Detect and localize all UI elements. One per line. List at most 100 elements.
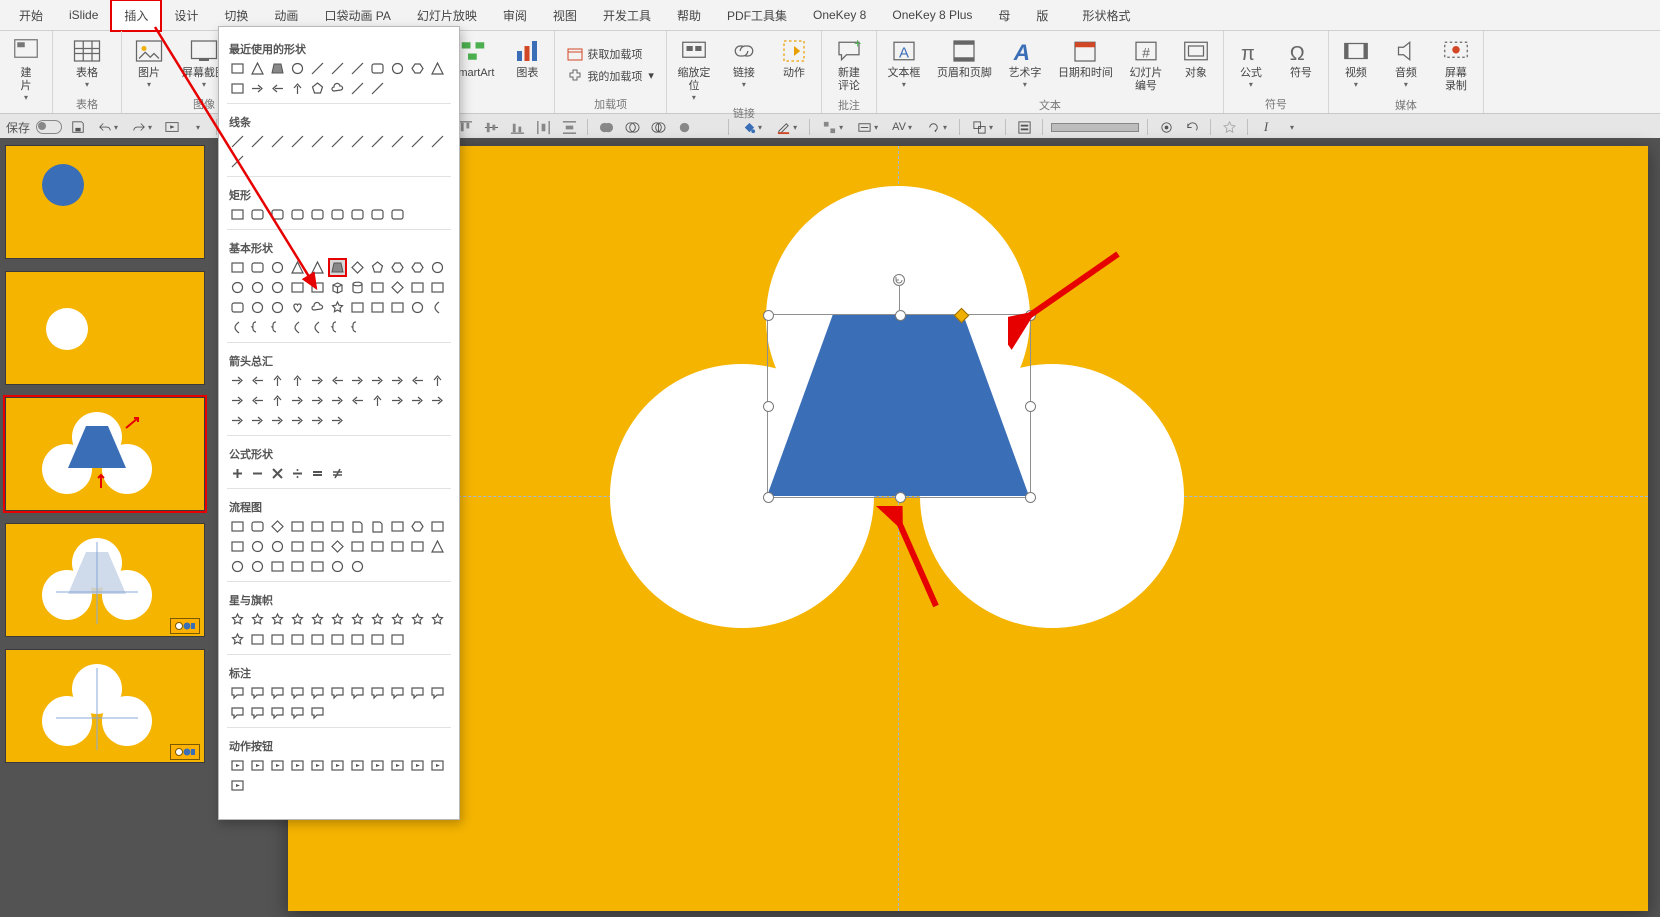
tab-layout[interactable]: 版 [1023, 0, 1061, 31]
shape-action[interactable] [429, 757, 446, 774]
effects-button[interactable] [1156, 117, 1176, 137]
reset-button[interactable] [1182, 117, 1202, 137]
current-slide[interactable] [288, 146, 1648, 911]
shape-arrowR[interactable] [229, 412, 246, 429]
shape-line[interactable] [309, 133, 326, 150]
overflow-button[interactable]: ▾ [1282, 117, 1302, 137]
shape-circle[interactable] [249, 558, 266, 575]
shape-rect[interactable] [229, 206, 246, 223]
shape-arrowU[interactable] [289, 372, 306, 389]
audio-button[interactable]: 音频▾ [1387, 35, 1425, 90]
shape-rect[interactable] [309, 518, 326, 535]
shape-rect[interactable] [429, 279, 446, 296]
header-footer-button[interactable]: 页眉和页脚 [935, 35, 994, 82]
shape-arrowR[interactable] [249, 80, 266, 97]
shape-rect[interactable] [309, 279, 326, 296]
shape-hex[interactable] [389, 259, 406, 276]
shape-star[interactable] [329, 611, 346, 628]
shape-diamond[interactable] [329, 538, 346, 555]
shape-rect[interactable] [349, 631, 366, 648]
shape-callout[interactable] [329, 684, 346, 701]
shape-callout[interactable] [289, 704, 306, 721]
slide-number-button[interactable]: #幻灯片 编号 [1127, 35, 1165, 95]
shape-rect[interactable] [409, 279, 426, 296]
shape-callout[interactable] [409, 684, 426, 701]
shape-rect[interactable] [269, 558, 286, 575]
shape-callout[interactable] [229, 704, 246, 721]
shape-star[interactable] [429, 611, 446, 628]
thumbnail-3[interactable] [6, 398, 204, 510]
shape-circle[interactable] [409, 299, 426, 316]
shape-trap[interactable] [329, 259, 346, 276]
shape-line[interactable] [249, 133, 266, 150]
shape-arrowU[interactable] [429, 372, 446, 389]
shape-arrowU[interactable] [289, 80, 306, 97]
shape-tri[interactable] [429, 538, 446, 555]
shape-brace[interactable] [249, 319, 266, 336]
shape-rect[interactable] [389, 299, 406, 316]
shape-callout[interactable] [389, 684, 406, 701]
datetime-button[interactable]: 日期和时间 [1056, 35, 1115, 82]
shape-rrect[interactable] [249, 259, 266, 276]
shape-rect[interactable] [229, 538, 246, 555]
shape-callout[interactable] [249, 704, 266, 721]
shape-callout[interactable] [229, 684, 246, 701]
shape-callout[interactable] [309, 704, 326, 721]
shape-star[interactable] [309, 611, 326, 628]
shape-brace[interactable] [269, 319, 286, 336]
shape-rect[interactable] [229, 80, 246, 97]
shape-star[interactable] [389, 611, 406, 628]
shape-action[interactable] [269, 757, 286, 774]
shape-circle[interactable] [329, 558, 346, 575]
shape-circle[interactable] [269, 279, 286, 296]
thumbnail-5[interactable] [6, 650, 204, 762]
shape-hex[interactable] [409, 259, 426, 276]
shape-cyl[interactable] [349, 279, 366, 296]
shape-circle[interactable] [269, 538, 286, 555]
shape-circle[interactable] [349, 558, 366, 575]
shape-doc[interactable] [369, 518, 386, 535]
shape-rect[interactable] [229, 60, 246, 77]
qat-more-button[interactable]: ▾ [188, 117, 208, 137]
shape-rect[interactable] [349, 538, 366, 555]
shape-callout[interactable] [309, 684, 326, 701]
shape-line[interactable] [389, 133, 406, 150]
slide-thumbnails[interactable] [0, 138, 216, 917]
group-menu-button[interactable]: ▾ [968, 117, 997, 137]
shape-action[interactable] [349, 757, 366, 774]
shape-rect[interactable] [269, 631, 286, 648]
shape-rrect[interactable] [329, 206, 346, 223]
shape-rrect[interactable] [369, 60, 386, 77]
shape-arrowR[interactable] [289, 412, 306, 429]
shape-brace[interactable] [329, 319, 346, 336]
shape-action[interactable] [329, 757, 346, 774]
shape-outline-button[interactable]: ▾ [772, 117, 801, 137]
tab-help[interactable]: 帮助 [664, 0, 714, 31]
shape-arrowR[interactable] [369, 372, 386, 389]
shape-rect[interactable] [289, 279, 306, 296]
shape-action[interactable] [249, 757, 266, 774]
shape-action[interactable] [409, 757, 426, 774]
merge-intersect-button[interactable] [674, 117, 694, 137]
shape-arrowL[interactable] [269, 80, 286, 97]
selection-pane-button[interactable] [1014, 117, 1034, 137]
shape-arrowR[interactable] [389, 372, 406, 389]
shape-action[interactable] [369, 757, 386, 774]
shape-rect[interactable] [429, 518, 446, 535]
shape-rect[interactable] [329, 631, 346, 648]
merge-subtract-button[interactable] [700, 117, 720, 137]
shape-arrowR[interactable] [389, 392, 406, 409]
shape-circle[interactable] [389, 60, 406, 77]
shape-rect[interactable] [389, 538, 406, 555]
shape-heart[interactable] [289, 299, 306, 316]
screen-recording-button[interactable]: 屏幕 录制 [1437, 35, 1475, 95]
align-bottom-button[interactable] [507, 117, 527, 137]
shape-arrowR[interactable] [329, 392, 346, 409]
shape-rect[interactable] [289, 538, 306, 555]
shape-rrect[interactable] [309, 206, 326, 223]
shape-line[interactable] [349, 133, 366, 150]
chart-button[interactable]: 图表 [508, 35, 546, 82]
shape-circle[interactable] [249, 538, 266, 555]
shape-circle[interactable] [269, 259, 286, 276]
shape-line[interactable] [329, 133, 346, 150]
